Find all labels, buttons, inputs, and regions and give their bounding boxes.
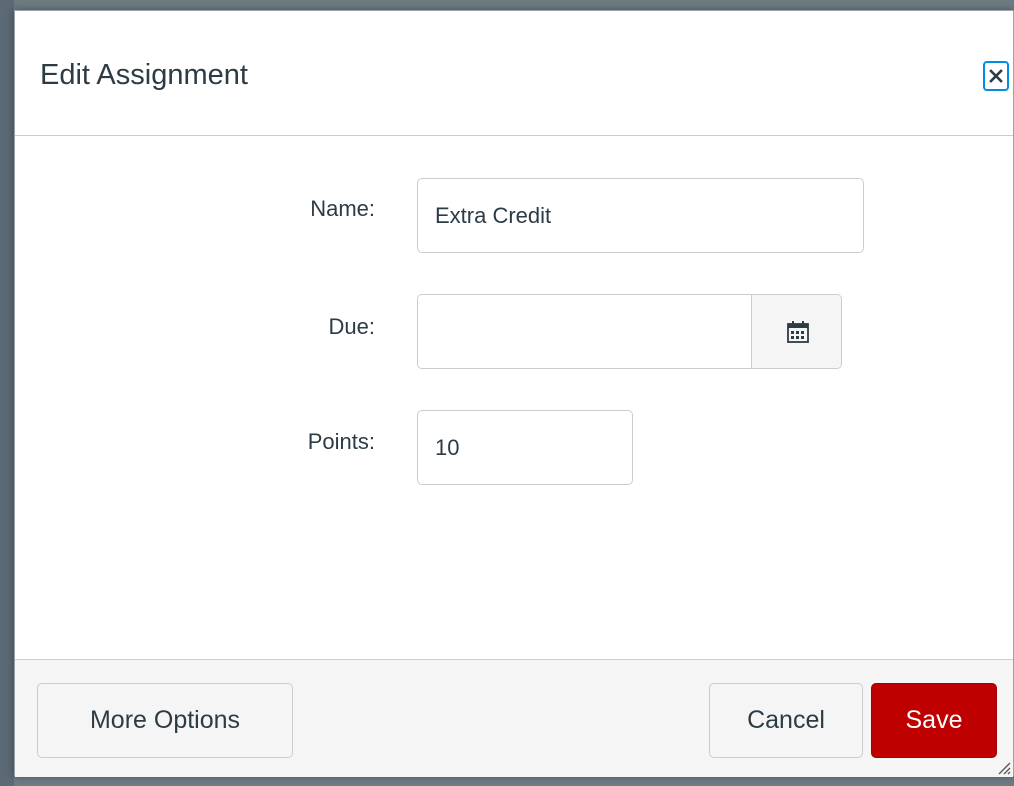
page-backdrop	[0, 0, 14, 786]
due-date-field-group	[417, 294, 842, 369]
calendar-icon	[786, 320, 809, 343]
name-label: Name:	[310, 196, 375, 221]
more-options-button[interactable]: More Options	[37, 683, 293, 758]
close-button[interactable]	[983, 61, 1009, 91]
resize-handle-icon[interactable]	[993, 757, 1011, 775]
calendar-button[interactable]	[751, 295, 841, 368]
name-field[interactable]	[417, 178, 864, 253]
due-label: Due:	[328, 314, 375, 339]
cancel-button[interactable]: Cancel	[709, 683, 863, 758]
edit-assignment-dialog: Edit Assignment Name: Due:	[14, 10, 1014, 777]
dialog-footer: More Options Cancel Save	[15, 659, 1013, 777]
points-label: Points:	[307, 429, 375, 454]
dialog-header: Edit Assignment	[15, 11, 1013, 136]
save-button[interactable]: Save	[871, 683, 997, 758]
close-icon	[989, 69, 1003, 83]
points-field[interactable]	[417, 410, 633, 485]
dialog-title: Edit Assignment	[40, 59, 248, 91]
due-date-field[interactable]	[418, 295, 751, 368]
